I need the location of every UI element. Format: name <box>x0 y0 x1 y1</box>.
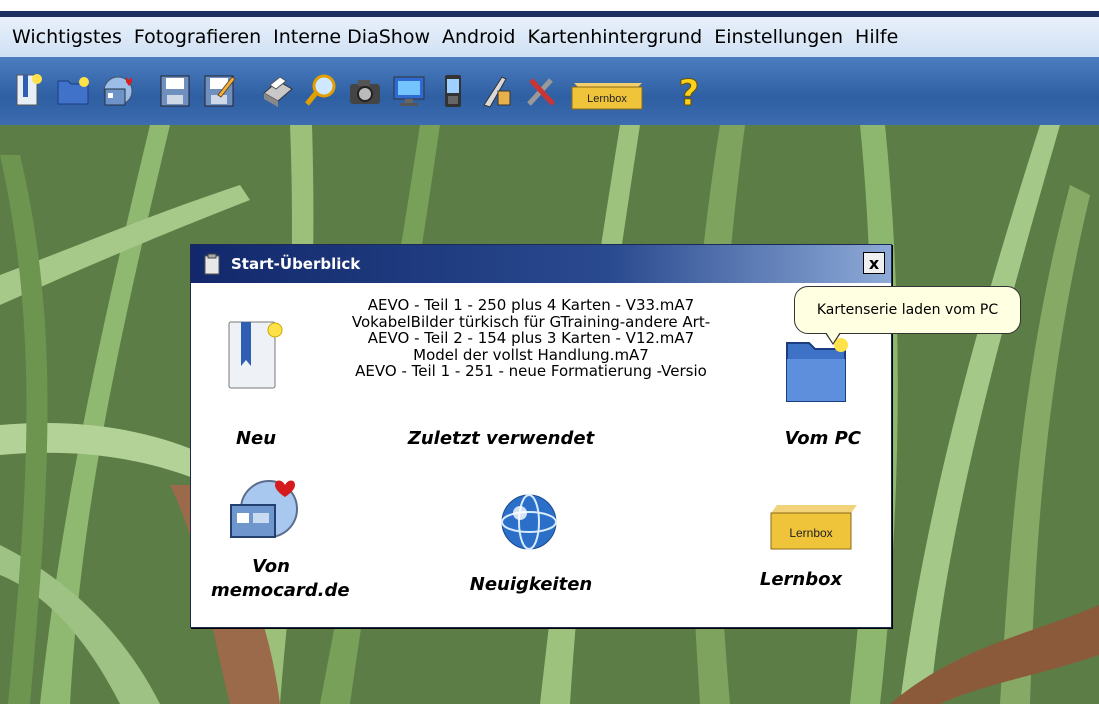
svg-text:?: ? <box>679 73 700 111</box>
print-icon[interactable] <box>260 71 294 111</box>
recent-file-item[interactable]: AEVO - Teil 1 - 251 - neue Formatierung … <box>301 363 761 380</box>
monitor-icon[interactable] <box>392 71 426 111</box>
recent-file-item[interactable]: AEVO - Teil 1 - 250 plus 4 Karten - V33.… <box>301 297 761 314</box>
folder-icon[interactable] <box>56 71 90 111</box>
save-as-icon[interactable] <box>202 71 236 111</box>
svg-text:Lernbox: Lernbox <box>789 526 832 540</box>
dialog-titlebar[interactable]: Start-Überblick x <box>191 245 891 283</box>
menu-fotografieren[interactable]: Fotografieren <box>134 26 261 48</box>
dialog-title: Start-Überblick <box>231 255 361 273</box>
recent-file-item[interactable]: AEVO - Teil 2 - 154 plus 3 Karten - V12.… <box>301 330 761 347</box>
from-memocard-label[interactable]: Von memocard.de <box>211 555 350 603</box>
menu-android[interactable]: Android <box>442 26 515 48</box>
recent-file-item[interactable]: VokabelBilder türkisch für GTraining-and… <box>301 314 761 331</box>
new-file-icon[interactable] <box>12 71 46 111</box>
new-file-icon[interactable] <box>225 320 283 396</box>
window-top-edge <box>0 0 1099 17</box>
help-icon[interactable]: ? <box>672 71 706 112</box>
memocard-download-icon[interactable] <box>100 71 134 111</box>
lernbox-label[interactable]: Lernbox <box>746 569 856 590</box>
menu-bar: Wichtigstes Fotografieren Interne DiaSho… <box>0 17 1099 57</box>
search-icon[interactable] <box>304 71 338 111</box>
menu-wichtigstes[interactable]: Wichtigstes <box>12 26 122 48</box>
from-pc-label[interactable]: Vom PC <box>751 428 861 449</box>
memocard-download-icon[interactable] <box>227 477 303 549</box>
save-icon[interactable] <box>158 71 192 111</box>
recent-files-list: AEVO - Teil 1 - 250 plus 4 Karten - V33.… <box>301 297 761 380</box>
lernbox-icon[interactable]: Lernbox <box>568 71 648 111</box>
clipboard-icon <box>204 253 220 275</box>
svg-text:Lernbox: Lernbox <box>587 93 627 105</box>
toolbar: Lernbox ? <box>0 57 1099 125</box>
menu-interne-diashow[interactable]: Interne DiaShow <box>273 26 430 48</box>
close-button[interactable]: x <box>863 252 885 274</box>
camera-icon[interactable] <box>348 71 382 111</box>
tools-icon[interactable] <box>524 71 558 111</box>
recent-label: Zuletzt verwendet <box>407 428 595 449</box>
globe-icon[interactable] <box>496 493 562 555</box>
menu-hilfe[interactable]: Hilfe <box>855 26 898 48</box>
lernbox-icon[interactable]: Lernbox <box>769 503 861 555</box>
menu-einstellungen[interactable]: Einstellungen <box>714 26 843 48</box>
new-label[interactable]: Neu <box>231 428 281 449</box>
tooltip: Kartenserie laden vom PC <box>794 286 1021 345</box>
paint-icon[interactable] <box>480 71 514 111</box>
news-label[interactable]: Neuigkeiten <box>441 574 621 595</box>
start-overview-dialog: Start-Überblick x AEVO - Teil 1 - 250 pl… <box>190 244 892 628</box>
recent-file-item[interactable]: Model der vollst Handlung.mA7 <box>301 347 761 364</box>
from-memocard-label-line1: Von <box>252 556 290 577</box>
from-memocard-label-line2: memocard.de <box>211 580 350 601</box>
tooltip-text: Kartenserie laden vom PC <box>816 302 999 318</box>
phone-icon[interactable] <box>436 71 470 111</box>
menu-kartenhintergrund[interactable]: Kartenhintergrund <box>527 26 702 48</box>
close-icon: x <box>868 253 880 273</box>
